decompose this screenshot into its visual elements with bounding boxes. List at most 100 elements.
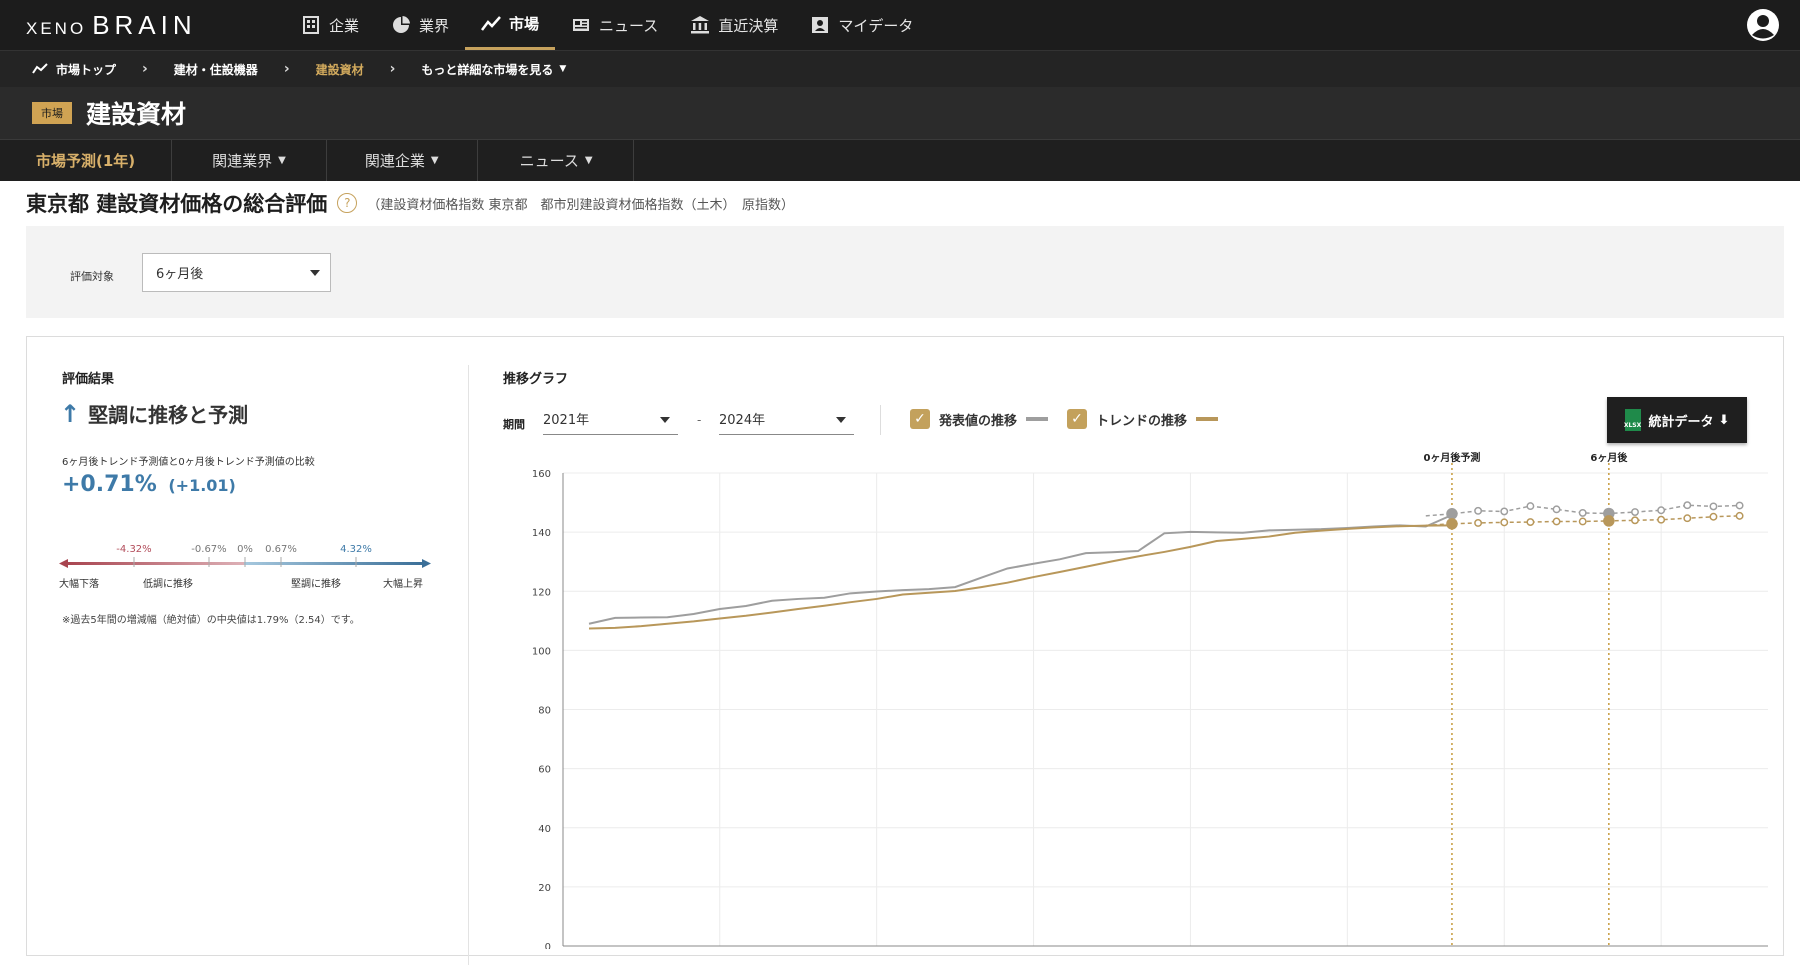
chevron-right-icon: › <box>283 61 290 77</box>
nav-label: 業界 <box>419 16 450 35</box>
breadcrumb-level1[interactable]: 建材・住設機器 <box>174 61 258 78</box>
y-tick-label: 80 <box>538 706 551 717</box>
series-line-trend <box>588 524 1452 630</box>
filter-panel: 評価対象 6ヶ月後 <box>26 226 1784 318</box>
chevron-right-icon: › <box>389 61 396 77</box>
nav-item-industries[interactable]: 業界 <box>375 0 465 50</box>
result-description: 6ヶ月後トレンド予測値と0ヶ月後トレンド予測値の比較 <box>62 457 315 468</box>
nav-label: 直近決算 <box>718 16 779 35</box>
result-title: 評価結果 <box>62 372 115 387</box>
y-tick-label: 120 <box>532 587 551 598</box>
forecast-point <box>1683 501 1692 510</box>
y-tick-label: 40 <box>538 824 551 835</box>
forecast-point <box>1552 505 1561 514</box>
forecast-point <box>1552 517 1561 526</box>
breadcrumb-separator: › <box>364 61 422 77</box>
main-nav: 企業 業界 市場 ニュース 直近決算 マイデータ <box>285 0 929 50</box>
forecast-point <box>1446 518 1458 530</box>
help-icon[interactable]: ? <box>337 193 358 213</box>
section-source-note: （建設資材価格指数 東京都 都市別建設資材価格指数（土木） 原指数） <box>367 197 794 213</box>
checkbox-checked-icon[interactable]: ✓ <box>910 409 930 429</box>
forecast-point <box>1709 512 1718 521</box>
breadcrumb: 市場トップ › 建材・住設機器 › 建設資材 › もっと詳細な市場を見る ▼ <box>0 50 1800 87</box>
tab-market-forecast[interactable]: 市場予測(1年) <box>0 140 173 181</box>
period-from-select[interactable]: 2021年 <box>543 403 678 435</box>
y-tick-label: 0 <box>545 942 551 949</box>
logo-brain: BRAIN <box>92 10 197 40</box>
scale-arrow-right <box>422 559 431 568</box>
tab-label: 関連業界 <box>212 152 273 170</box>
panel-divider <box>468 365 469 965</box>
nav-item-markets[interactable]: 市場 <box>465 0 556 50</box>
y-tick-label: 140 <box>532 528 551 539</box>
forecast-point <box>1500 518 1509 527</box>
user-avatar-icon[interactable] <box>1746 8 1780 42</box>
y-tick-label: 20 <box>538 883 551 894</box>
logo-xeno: XENO <box>26 19 87 38</box>
result-footnote: ※過去5年間の増減幅（絶対値）の中央値は1.79%（2.54）です。 <box>62 615 360 626</box>
breadcrumb-separator: › <box>258 61 316 77</box>
nav-label: 市場 <box>509 15 540 33</box>
scale-tick-label: 0% <box>237 544 253 555</box>
download-label: 統計データ <box>1648 414 1714 430</box>
caret-down-icon: ▼ <box>278 155 286 166</box>
scale-arrow-left <box>59 559 68 568</box>
page-title-bar: 市場 建設資材 <box>0 87 1800 139</box>
nav-item-mydata[interactable]: マイデータ <box>794 0 929 50</box>
forecast-point <box>1578 517 1587 526</box>
forecast-point <box>1474 519 1483 527</box>
nav-item-news[interactable]: ニュース <box>555 0 674 50</box>
evaluation-target-select[interactable]: 6ヶ月後 <box>142 253 331 292</box>
breadcrumb-home[interactable]: 市場トップ <box>32 61 116 78</box>
result-summary: ↑ 堅調に推移と予測 <box>60 399 248 428</box>
select-value: 2024年 <box>719 413 766 428</box>
forecast-point <box>1526 518 1535 527</box>
breadcrumb-level2[interactable]: 建設資材 <box>316 61 364 78</box>
caret-down-icon: ▼ <box>430 155 439 166</box>
trend-chart: 0204060801001201401602021/06末2021/12末202… <box>532 451 1768 949</box>
period-to-select[interactable]: 2024年 <box>719 403 854 435</box>
app-logo[interactable]: XENO BRAIN <box>26 10 197 41</box>
change-absolute: (+1.01) <box>168 476 236 495</box>
forecast-point <box>1603 515 1615 527</box>
tab-news[interactable]: ニュース ▼ <box>478 140 634 181</box>
legend-trend[interactable]: ✓ トレンドの推移 <box>1067 409 1219 429</box>
scale-label: 大幅上昇 <box>383 577 423 590</box>
tab-label: 市場予測(1年) <box>36 152 136 170</box>
evaluation-scale: -4.32% -0.67% 0% 0.67% 4.32% 大幅下落 低調に推移 … <box>59 544 431 590</box>
user-card-icon <box>812 17 829 33</box>
evaluation-card: 評価結果 ↑ 堅調に推移と予測 6ヶ月後トレンド予測値と0ヶ月後トレンド予測値の… <box>26 336 1784 965</box>
tab-related-industries[interactable]: 関連業界 ▼ <box>172 140 327 181</box>
legend-published[interactable]: ✓ 発表値の推移 <box>910 409 1049 429</box>
toolbar-separator <box>880 405 881 435</box>
arrow-up-icon: ↑ <box>60 399 81 428</box>
caret-down-icon <box>836 417 846 423</box>
y-tick-label: 100 <box>532 646 551 657</box>
caret-down-icon: ▼ <box>584 155 593 166</box>
breadcrumb-separator: › <box>116 61 174 77</box>
forecast-marker-label: 0ヶ月後予測 <box>1423 451 1480 464</box>
checkbox-checked-icon[interactable]: ✓ <box>1067 409 1087 429</box>
caret-down-icon <box>660 417 670 423</box>
nav-label: 企業 <box>329 16 360 35</box>
result-summary-text: 堅調に推移と予測 <box>88 403 249 427</box>
chevron-right-icon: › <box>142 61 148 77</box>
nav-item-companies[interactable]: 企業 <box>285 0 375 50</box>
download-stats-button[interactable]: XLSX 統計データ ⬇ <box>1607 397 1747 443</box>
nav-item-earnings[interactable]: 直近決算 <box>674 0 794 50</box>
breadcrumb-label: もっと詳細な市場を見る <box>421 62 554 77</box>
caret-down-icon: ▼ <box>559 64 567 74</box>
tab-related-companies[interactable]: 関連企業 ▼ <box>327 140 478 181</box>
scale-tick-label: 0.67% <box>265 544 297 555</box>
breadcrumb-label: 建材・住設機器 <box>173 62 258 77</box>
trend-line-icon <box>481 15 501 31</box>
tab-label: 関連企業 <box>364 152 425 170</box>
category-tag: 市場 <box>32 102 72 124</box>
select-value: 6ヶ月後 <box>156 267 204 282</box>
legend-label: トレンドの推移 <box>1096 413 1188 429</box>
y-tick-label: 160 <box>532 469 551 480</box>
forecast-point <box>1657 515 1666 524</box>
page-title: 建設資材 <box>86 100 187 129</box>
period-label: 期間 <box>503 418 525 431</box>
breadcrumb-more-dropdown[interactable]: もっと詳細な市場を見る ▼ <box>421 61 566 78</box>
